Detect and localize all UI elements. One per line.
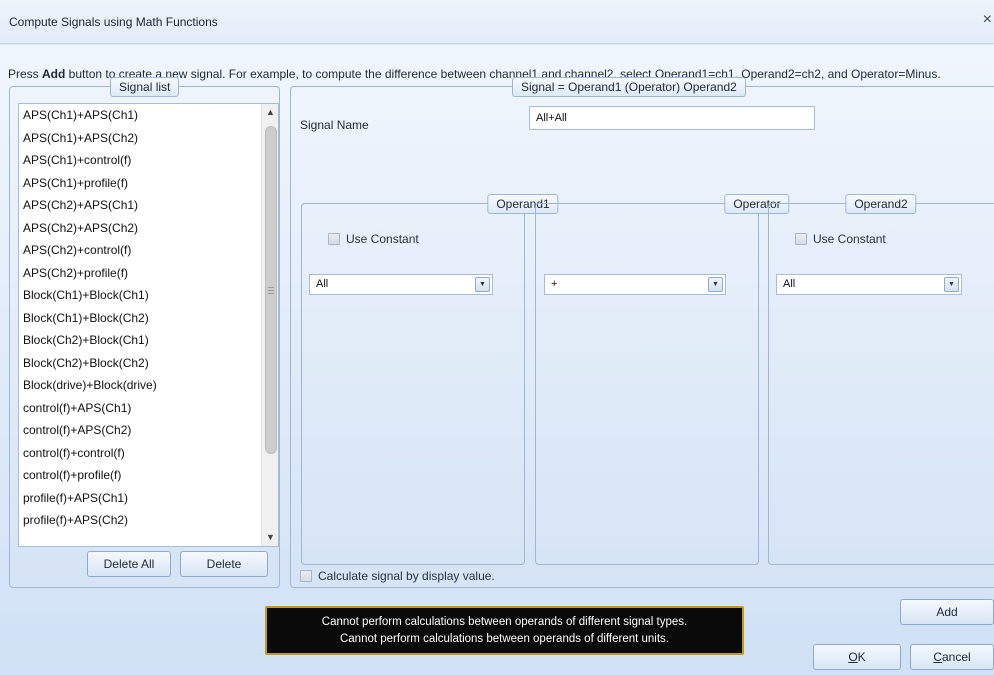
tooltip-line-2: Cannot perform calculations between oper… — [339, 633, 669, 645]
signal-list-item[interactable]: APS(Ch1)+APS(Ch2) — [19, 127, 278, 150]
signal-list-items: APS(Ch1)+APS(Ch1) APS(Ch1)+APS(Ch2) APS(Ch… — [19, 104, 278, 532]
calc-by-display-label: Calculate signal by display value. — [318, 569, 495, 583]
instructions-prefix: Press — [8, 67, 43, 81]
cancel-button[interactable]: Cancel — [910, 644, 994, 670]
window-title: Compute Signals using Math Functions — [9, 15, 218, 29]
signal-listbox[interactable]: APS(Ch1)+APS(Ch1) APS(Ch1)+APS(Ch2) APS(Ch… — [18, 103, 279, 547]
scroll-down-icon[interactable]: ▼ — [262, 529, 278, 546]
signal-list-item[interactable]: APS(Ch2)+APS(Ch1) — [19, 194, 278, 217]
title-bar: Compute Signals using Math Functions × — [0, 0, 994, 44]
instructions-add-keyword: Add — [42, 67, 66, 81]
signal-list-item[interactable]: APS(Ch2)+control(f) — [19, 239, 278, 262]
signal-name-input[interactable] — [529, 106, 815, 130]
signal-list-item[interactable]: Block(Ch2)+Block(Ch1) — [19, 329, 278, 352]
signal-list-item[interactable]: control(f)+control(f) — [19, 442, 278, 465]
scroll-up-icon[interactable]: ▲ — [262, 104, 278, 121]
operator-group: Operator + ▼ — [535, 194, 790, 565]
signal-formula-group: Signal = Operand1 (Operator) Operand2 Si… — [290, 77, 994, 588]
signal-formula-legend: Signal = Operand1 (Operator) Operand2 — [512, 77, 746, 97]
scroll-thumb[interactable] — [265, 126, 277, 454]
operand2-use-constant-checkbox[interactable] — [795, 233, 807, 245]
signal-list-item[interactable]: Block(Ch1)+Block(Ch1) — [19, 284, 278, 307]
signal-list-item[interactable]: profile(f)+APS(Ch2) — [19, 509, 278, 532]
instructions-rest: button to create a new signal. For examp… — [65, 67, 941, 81]
chevron-down-icon[interactable]: ▼ — [475, 277, 490, 292]
operand2-legend: Operand2 — [845, 194, 917, 214]
thumb-grip — [268, 287, 274, 288]
operator-selected-value: + — [551, 278, 558, 290]
operand1-selected-value: All — [316, 278, 329, 290]
signal-list-item[interactable]: APS(Ch1)+APS(Ch1) — [19, 104, 278, 127]
add-button[interactable]: Add — [900, 599, 994, 625]
signal-list-item[interactable]: control(f)+profile(f) — [19, 464, 278, 487]
ok-label-rest: K — [857, 650, 866, 664]
operand2-select[interactable]: All ▼ — [776, 274, 962, 295]
signal-list-item[interactable]: profile(f)+APS(Ch1) — [19, 487, 278, 510]
operand1-use-constant-label: Use Constant — [346, 232, 419, 246]
signal-list-scrollbar[interactable]: ▲ ▼ — [261, 104, 278, 546]
signal-list-item[interactable]: Block(Ch1)+Block(Ch2) — [19, 307, 278, 330]
operand2-use-constant-label: Use Constant — [813, 232, 886, 246]
close-icon[interactable]: × — [983, 11, 992, 29]
delete-button[interactable]: Delete — [180, 551, 268, 577]
signal-list-item[interactable]: APS(Ch1)+profile(f) — [19, 172, 278, 195]
operator-select[interactable]: + ▼ — [544, 274, 726, 295]
signal-list-item[interactable]: Block(drive)+Block(drive) — [19, 374, 278, 397]
signal-list-item[interactable]: control(f)+APS(Ch1) — [19, 397, 278, 420]
tooltip-line-1: Cannot perform calculations between oper… — [321, 616, 688, 628]
operand1-group: Operand1 Use Constant All ▼ — [301, 194, 559, 565]
delete-all-button[interactable]: Delete All — [87, 551, 171, 577]
operand1-select[interactable]: All ▼ — [309, 274, 493, 295]
signal-list-group: Signal list APS(Ch1)+APS(Ch1) APS(Ch1)+AP… — [9, 77, 280, 588]
cancel-label-rest: ancel — [941, 650, 971, 664]
operand2-selected-value: All — [783, 278, 796, 290]
signal-name-label: Signal Name — [300, 118, 369, 132]
operand2-group: Operand2 Use Constant All ▼ — [768, 194, 994, 565]
operand2-use-constant[interactable]: Use Constant — [795, 232, 886, 246]
operand1-use-constant[interactable]: Use Constant — [328, 232, 419, 246]
signal-list-item[interactable]: APS(Ch2)+APS(Ch2) — [19, 217, 278, 240]
calc-by-display-option[interactable]: Calculate signal by display value. — [300, 569, 495, 583]
ok-button[interactable]: OK — [813, 644, 901, 670]
calc-by-display-checkbox[interactable] — [300, 570, 312, 582]
chevron-down-icon[interactable]: ▼ — [708, 277, 723, 292]
chevron-down-icon[interactable]: ▼ — [944, 277, 959, 292]
thumb-grip — [268, 293, 274, 294]
signal-list-item[interactable]: APS(Ch2)+profile(f) — [19, 262, 278, 285]
cancel-mnemonic: C — [933, 650, 942, 664]
signal-list-item[interactable]: control(f)+APS(Ch2) — [19, 419, 278, 442]
signal-list-legend: Signal list — [110, 77, 180, 97]
signal-list-item[interactable]: Block(Ch2)+Block(Ch2) — [19, 352, 278, 375]
operand1-use-constant-checkbox[interactable] — [328, 233, 340, 245]
error-tooltip: Cannot perform calculations between oper… — [265, 606, 744, 655]
thumb-grip — [268, 290, 274, 291]
signal-list-item[interactable]: APS(Ch1)+control(f) — [19, 149, 278, 172]
ok-mnemonic: O — [848, 650, 858, 664]
